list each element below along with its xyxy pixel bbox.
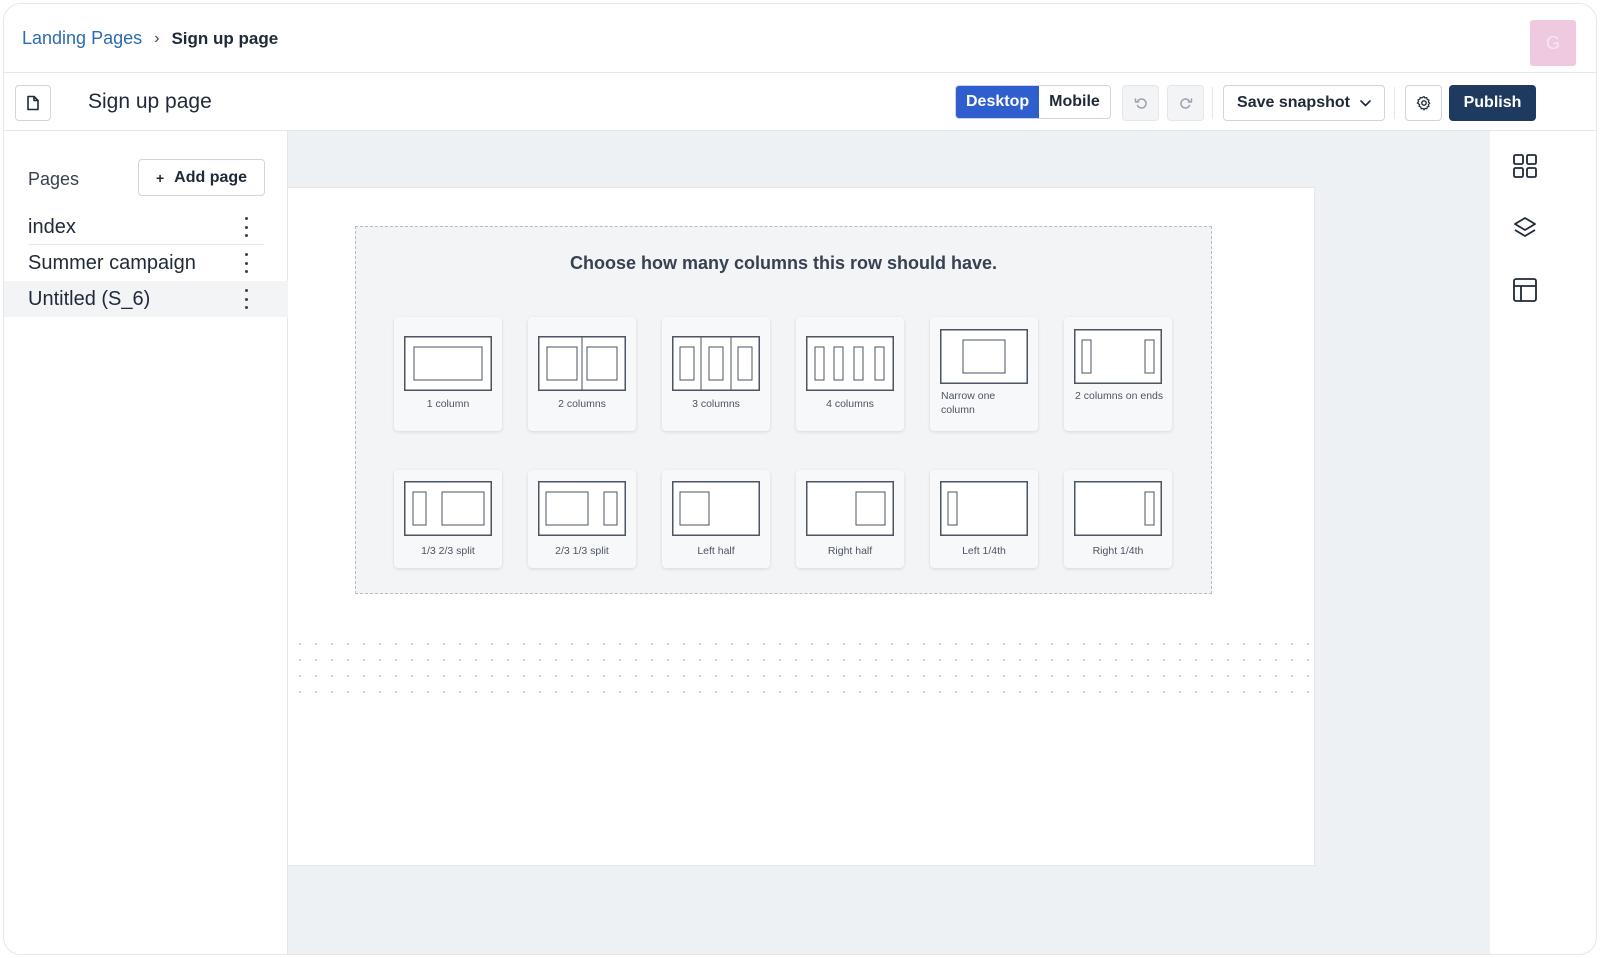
breadcrumb-separator: › [154,29,160,47]
layout-icon[interactable] [1512,277,1538,303]
layout-option-four-columns[interactable]: 4 columns [796,317,904,431]
page-list: index Summer campaign Untitled (S_6) [4,209,288,317]
page-name: index [28,215,76,238]
layout-option-narrow-one-column[interactable]: Narrow one column [930,317,1038,431]
breadcrumb: Landing Pages › Sign up page [22,28,278,49]
right-tool-rail [1490,131,1562,954]
layout-right-quarter-icon [1074,481,1162,536]
page-name: Untitled (S_6) [28,287,151,310]
layout-label: 2/3 1/3 split [555,545,609,557]
layout-option-one-column[interactable]: 1 column [394,317,502,431]
layout-narrow-one-column-icon [940,329,1028,384]
layout-option-left-quarter[interactable]: Left 1/4th [930,470,1038,568]
layout-option-two-columns[interactable]: 2 columns [528,317,636,431]
grid-icon[interactable] [1512,153,1538,179]
layout-label: Right 1/4th [1092,545,1144,557]
settings-button[interactable] [1405,85,1442,121]
layout-option-one-third-two-thirds[interactable]: 1/3 2/3 split [394,470,502,568]
layout-label: 2 columns on ends [1075,390,1164,402]
device-mobile-button[interactable]: Mobile [1039,86,1110,118]
row-layout-picker: Choose how many columns this row should … [355,226,1212,594]
page-list-item[interactable]: Summer campaign [4,245,288,281]
save-snapshot-button[interactable]: Save snapshot [1223,85,1385,121]
pages-sidebar: Pages + Add page index Summer campaign U… [4,131,288,954]
layout-option-two-thirds-one-third[interactable]: 2/3 1/3 split [528,470,636,568]
add-page-label: Add page [174,168,248,186]
page-list-item-selected[interactable]: Untitled (S_6) [4,281,288,317]
redo-button[interactable] [1167,85,1204,121]
layout-label: 2 columns [558,398,606,410]
layout-option-right-half[interactable]: Right half [796,470,904,568]
layers-icon[interactable] [1512,215,1538,241]
layout-label: Left half [697,545,735,557]
top-bar: Landing Pages › Sign up page G [4,4,1596,73]
redo-icon [1179,98,1192,109]
device-desktop-button[interactable]: Desktop [956,86,1040,118]
layout-one-third-two-thirds-icon [404,481,492,536]
more-options-icon[interactable] [244,253,248,273]
layout-label: Narrow one column [941,390,996,416]
file-icon [27,95,39,111]
save-snapshot-label: Save snapshot [1237,94,1350,111]
avatar[interactable]: G [1530,20,1576,66]
editor-toolbar: Sign up page Desktop Mobile Save snapsho… [4,74,1596,131]
breadcrumb-link-landing-pages[interactable]: Landing Pages [22,28,142,49]
add-page-button[interactable]: + Add page [138,159,265,196]
layout-four-columns-icon [806,336,894,391]
layout-option-two-columns-on-ends[interactable]: 2 columns on ends [1064,317,1172,431]
more-options-icon[interactable] [244,217,248,237]
chevron-down-icon [1360,99,1371,106]
layout-left-quarter-icon [940,481,1028,536]
editor-canvas: Choose how many columns this row should … [288,131,1490,954]
layout-label: Left 1/4th [962,545,1006,557]
app-window: Landing Pages › Sign up page G Sign up p… [3,3,1597,955]
layout-left-half-icon [672,481,760,536]
layout-label: 4 columns [826,398,874,410]
pages-header: Pages [28,169,80,189]
toolbar-divider [1394,87,1395,119]
layout-two-columns-on-ends-icon [1074,329,1162,384]
layout-two-columns-icon [538,336,626,391]
plus-icon: + [155,169,165,186]
layout-label: Right half [827,545,873,557]
drop-zone[interactable] [288,632,1313,698]
undo-button[interactable] [1122,85,1159,121]
layout-right-half-icon [806,481,894,536]
layout-two-thirds-one-third-icon [538,481,626,536]
avatar-initial: G [1545,32,1560,53]
page-menu-button[interactable] [15,85,51,121]
undo-icon [1134,98,1147,109]
layout-label: 3 columns [692,398,740,410]
layout-one-column-icon [404,336,492,391]
toolbar-divider [1212,87,1213,119]
page-list-item[interactable]: index [4,209,288,245]
breadcrumb-current: Sign up page [171,28,279,48]
layout-option-left-half[interactable]: Left half [662,470,770,568]
layout-label: 1/3 2/3 split [421,545,475,557]
device-toggle: Desktop Mobile [955,85,1111,119]
more-options-icon[interactable] [244,289,248,309]
page-artboard: Choose how many columns this row should … [288,187,1315,866]
gear-icon [1416,95,1430,111]
layout-label: 1 column [426,398,470,410]
page-name: Summer campaign [28,251,196,274]
layout-option-three-columns[interactable]: 3 columns [662,317,770,431]
layout-option-right-quarter[interactable]: Right 1/4th [1064,470,1172,568]
publish-button[interactable]: Publish [1449,85,1536,121]
page-title[interactable]: Sign up page [88,90,212,114]
layout-three-columns-icon [672,336,760,391]
picker-title: Choose how many columns this row should … [569,253,998,273]
